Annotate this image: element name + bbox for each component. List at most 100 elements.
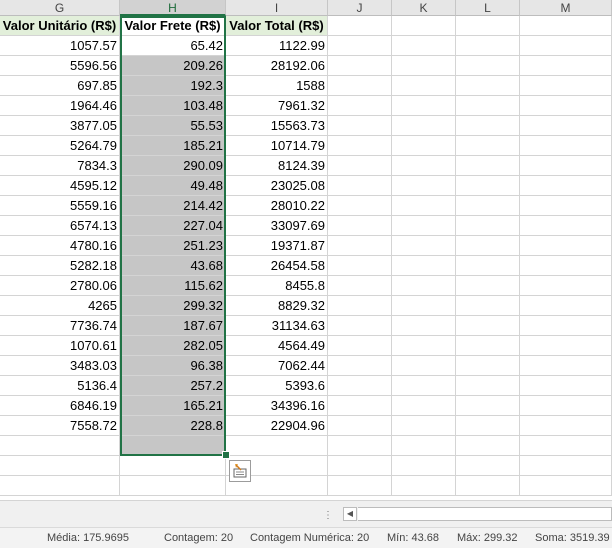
grid-cell[interactable]	[328, 96, 392, 116]
cell-unitario[interactable]: 5559.16	[0, 196, 120, 216]
cell-unitario[interactable]: 7834.3	[0, 156, 120, 176]
grid-cell[interactable]	[456, 276, 520, 296]
grid-cell[interactable]	[392, 76, 456, 96]
grid-cell[interactable]	[0, 476, 120, 496]
grid-cell[interactable]	[328, 196, 392, 216]
column-title-valor-total[interactable]: Valor Total (R$)	[226, 16, 328, 36]
cell-frete[interactable]: 96.38	[120, 356, 226, 376]
cell-frete[interactable]: 214.42	[120, 196, 226, 216]
grid-cell[interactable]	[120, 456, 226, 476]
cell-unitario[interactable]: 5596.56	[0, 56, 120, 76]
cell-unitario[interactable]: 1057.57	[0, 36, 120, 56]
cell-total[interactable]: 28192.06	[226, 56, 328, 76]
scroll-left-arrow-icon[interactable]: ◀	[343, 507, 357, 521]
grid-cell[interactable]	[328, 476, 392, 496]
column-header-l[interactable]: L	[456, 0, 520, 16]
cell-unitario[interactable]: 6574.13	[0, 216, 120, 236]
column-header-j[interactable]: J	[328, 0, 392, 16]
column-header-h[interactable]: H	[120, 0, 226, 16]
grid-cell[interactable]	[120, 476, 226, 496]
grid-cell[interactable]	[520, 296, 612, 316]
grid-cell[interactable]	[456, 236, 520, 256]
cell-frete[interactable]: 257.2	[120, 376, 226, 396]
grid-cell[interactable]	[520, 96, 612, 116]
grid-cell[interactable]	[392, 216, 456, 236]
grid-cell[interactable]	[456, 36, 520, 56]
grid-cell[interactable]	[328, 436, 392, 456]
quick-analysis-button[interactable]	[229, 460, 251, 482]
grid-cell[interactable]	[520, 156, 612, 176]
grid-cell[interactable]	[328, 76, 392, 96]
cell-unitario[interactable]: 697.85	[0, 76, 120, 96]
fill-handle[interactable]	[222, 451, 230, 459]
grid-cell[interactable]	[392, 416, 456, 436]
cell-total[interactable]: 8455.8	[226, 276, 328, 296]
cell-frete[interactable]: 227.04	[120, 216, 226, 236]
grid-cell[interactable]	[392, 96, 456, 116]
cell-total[interactable]: 26454.58	[226, 256, 328, 276]
grid-cell[interactable]	[456, 476, 520, 496]
grid-cell[interactable]	[392, 276, 456, 296]
grid-cell[interactable]	[226, 436, 328, 456]
grid-cell[interactable]	[328, 36, 392, 56]
cell-total[interactable]: 34396.16	[226, 396, 328, 416]
grid-cell[interactable]	[392, 296, 456, 316]
grid-cell[interactable]	[520, 236, 612, 256]
grid-cell[interactable]	[456, 256, 520, 276]
grid-cell[interactable]	[456, 216, 520, 236]
cell-frete[interactable]: 165.21	[120, 396, 226, 416]
grid-cell[interactable]	[456, 456, 520, 476]
cell-unitario[interactable]: 5136.4	[0, 376, 120, 396]
grid-cell[interactable]	[328, 116, 392, 136]
grid-cell[interactable]	[456, 116, 520, 136]
grid-cell[interactable]	[328, 16, 392, 36]
cell-total[interactable]: 23025.08	[226, 176, 328, 196]
grid-cell[interactable]	[520, 196, 612, 216]
grid-cell[interactable]	[328, 296, 392, 316]
cell-frete[interactable]: 251.23	[120, 236, 226, 256]
cell-total[interactable]: 7062.44	[226, 356, 328, 376]
cell-frete[interactable]: 209.26	[120, 56, 226, 76]
cell-frete[interactable]: 228.8	[120, 416, 226, 436]
grid-cell[interactable]	[392, 156, 456, 176]
grid-cell[interactable]	[328, 216, 392, 236]
grid-cell[interactable]	[456, 376, 520, 396]
column-title-valor-frete[interactable]: Valor Frete (R$)	[120, 16, 226, 36]
grid-cell[interactable]	[392, 256, 456, 276]
cell-total[interactable]: 5393.6	[226, 376, 328, 396]
grid-cell[interactable]	[328, 316, 392, 336]
grid-cell[interactable]	[328, 56, 392, 76]
cell-frete[interactable]: 185.21	[120, 136, 226, 156]
grid-cell[interactable]	[328, 376, 392, 396]
worksheet-grid[interactable]: G H I J K L M Valor Unitário (R$) Valor Frete (R…	[0, 0, 612, 500]
cell-total[interactable]: 15563.73	[226, 116, 328, 136]
grid-cell[interactable]	[456, 436, 520, 456]
cell-unitario[interactable]: 6846.19	[0, 396, 120, 416]
grid-cell[interactable]	[328, 456, 392, 476]
cell-total[interactable]: 1122.99	[226, 36, 328, 56]
cell-frete[interactable]: 187.67	[120, 316, 226, 336]
grid-cell[interactable]	[520, 136, 612, 156]
grid-cell[interactable]	[456, 336, 520, 356]
cell-total[interactable]: 8124.39	[226, 156, 328, 176]
grid-cell[interactable]	[328, 416, 392, 436]
cell-frete-empty[interactable]	[120, 436, 226, 456]
grid-cell[interactable]	[392, 336, 456, 356]
cell-frete[interactable]: 65.42	[120, 36, 226, 56]
grid-cell[interactable]	[520, 456, 612, 476]
cell-unitario[interactable]: 5282.18	[0, 256, 120, 276]
grid-cell[interactable]	[328, 156, 392, 176]
grid-cell[interactable]	[456, 16, 520, 36]
grid-cell[interactable]	[328, 396, 392, 416]
grid-cell[interactable]	[392, 376, 456, 396]
grid-cell[interactable]	[456, 296, 520, 316]
cell-total[interactable]: 8829.32	[226, 296, 328, 316]
grid-cell[interactable]	[456, 176, 520, 196]
grid-cell[interactable]	[392, 396, 456, 416]
grid-cell[interactable]	[520, 36, 612, 56]
grid-cell[interactable]	[328, 276, 392, 296]
grid-cell[interactable]	[392, 236, 456, 256]
cell-total[interactable]: 1588	[226, 76, 328, 96]
grid-cell[interactable]	[392, 356, 456, 376]
grid-cell[interactable]	[392, 56, 456, 76]
